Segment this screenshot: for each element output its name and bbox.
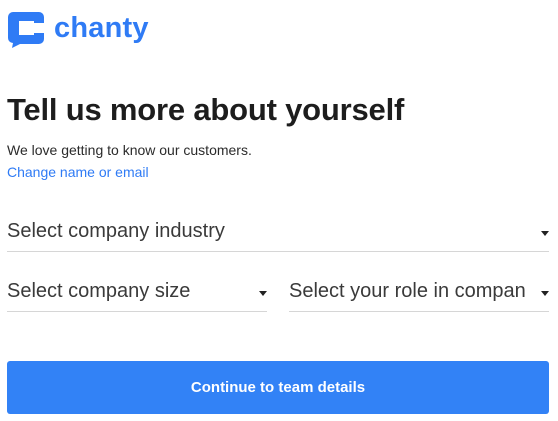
brand-header: chanty — [7, 10, 149, 48]
caret-down-icon — [541, 290, 549, 296]
continue-to-team-details-button[interactable]: Continue to team details — [7, 361, 549, 414]
brand-name: chanty — [54, 11, 149, 44]
chanty-logo-icon — [8, 12, 44, 48]
change-name-or-email-link[interactable]: Change name or email — [7, 164, 149, 180]
page-subtitle: We love getting to know our customers. — [7, 142, 252, 158]
role-in-company-select-value: Select your role in compan — [289, 279, 526, 302]
caret-down-icon — [541, 230, 549, 236]
company-size-select[interactable]: Select company size — [7, 271, 267, 312]
company-size-select-value: Select company size — [7, 279, 191, 302]
page-title: Tell us more about yourself — [7, 92, 405, 127]
role-in-company-select[interactable]: Select your role in compan — [289, 271, 549, 312]
signup-page: chanty Tell us more about yourself We lo… — [0, 0, 558, 421]
company-industry-select[interactable]: Select company industry — [7, 211, 549, 252]
caret-down-icon — [259, 290, 267, 296]
company-industry-select-value: Select company industry — [7, 219, 225, 242]
